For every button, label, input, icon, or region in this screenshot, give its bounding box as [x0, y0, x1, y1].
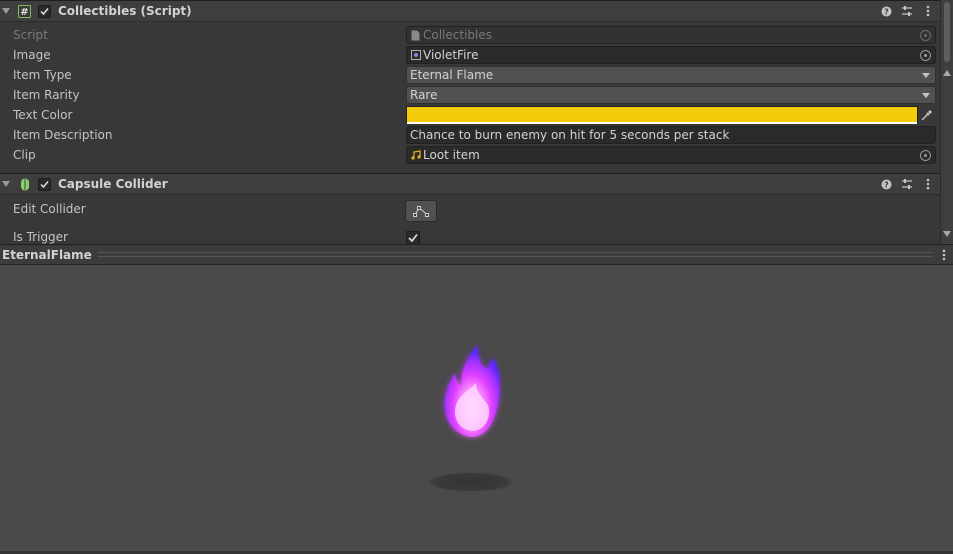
- preview-menu-icon[interactable]: [939, 248, 949, 262]
- field-label: Edit Collider: [13, 202, 86, 216]
- svg-text:#: #: [20, 7, 28, 18]
- eyedropper-icon[interactable]: [918, 106, 936, 124]
- field-row-item-description: Item Description Chance to burn enemy on…: [0, 125, 940, 145]
- field-label: Is Trigger: [13, 230, 68, 244]
- presets-icon[interactable]: [901, 4, 913, 18]
- field-value: Chance to burn enemy on hit for 5 second…: [410, 128, 730, 142]
- scroll-up-arrow-icon[interactable]: [943, 70, 951, 76]
- component-enabled-checkbox[interactable]: [38, 177, 51, 191]
- field-label: Clip: [13, 148, 36, 162]
- field-label: Item Type: [13, 68, 72, 82]
- field-row-item-rarity: Item Rarity Rare: [0, 85, 940, 105]
- script-file-icon: [410, 30, 421, 41]
- svg-text:?: ?: [884, 7, 889, 16]
- field-value: Collectibles: [423, 28, 492, 42]
- inspector-scrollbar[interactable]: [940, 0, 953, 244]
- component-header-capsule-collider[interactable]: Capsule Collider ?: [0, 173, 940, 195]
- color-swatch[interactable]: [407, 107, 917, 122]
- object-picker-icon[interactable]: [920, 50, 931, 61]
- field-value: VioletFire: [423, 48, 479, 62]
- sprite-icon: [410, 50, 421, 61]
- field-row-clip: Clip Loot item: [0, 145, 940, 165]
- preview-drag-handle[interactable]: [97, 252, 933, 257]
- drop-shadow: [427, 472, 515, 492]
- object-picker-icon[interactable]: [920, 150, 931, 161]
- help-icon[interactable]: ?: [880, 4, 892, 18]
- audio-clip-icon: [410, 150, 421, 161]
- field-row-image: Image VioletFire: [0, 45, 940, 65]
- script-icon: #: [18, 4, 31, 18]
- field-row-item-type: Item Type Eternal Flame: [0, 65, 940, 85]
- more-options-icon[interactable]: [922, 4, 934, 18]
- violet-fire-sprite: [444, 345, 500, 437]
- preview-header[interactable]: EternalFlame: [0, 244, 953, 265]
- component-title: Capsule Collider: [58, 177, 168, 191]
- image-object-field[interactable]: VioletFire: [406, 46, 936, 64]
- clip-object-field[interactable]: Loot item: [406, 146, 936, 164]
- dropdown-value: Eternal Flame: [410, 68, 494, 82]
- inspector-panel: # Collectibles (Script) ? Script Collect…: [0, 0, 940, 244]
- edit-collider-button[interactable]: [405, 200, 437, 222]
- svg-text:?: ?: [884, 180, 889, 189]
- field-label: Text Color: [13, 108, 73, 122]
- item-rarity-dropdown[interactable]: Rare: [406, 86, 936, 104]
- edit-collider-icon: [413, 206, 429, 217]
- script-object-field: Collectibles: [406, 26, 936, 44]
- field-label: Item Rarity: [13, 88, 80, 102]
- preview-viewport[interactable]: [0, 265, 953, 554]
- preview-title: EternalFlame: [2, 247, 92, 262]
- dropdown-arrow-icon: [922, 73, 930, 78]
- help-icon[interactable]: ?: [880, 177, 892, 191]
- alpha-bar: [407, 122, 917, 124]
- field-label: Script: [13, 28, 48, 42]
- component-header-collectibles[interactable]: # Collectibles (Script) ?: [0, 0, 940, 22]
- field-label: Item Description: [13, 128, 113, 142]
- field-row-is-trigger: Is Trigger: [0, 227, 940, 244]
- field-row-edit-collider: Edit Collider: [0, 200, 940, 224]
- preview-canvas: [427, 345, 515, 492]
- dropdown-value: Rare: [410, 88, 438, 102]
- is-trigger-checkbox[interactable]: [406, 231, 420, 244]
- field-row-script: Script Collectibles: [0, 25, 940, 45]
- field-row-text-color: Text Color: [0, 105, 940, 125]
- item-type-dropdown[interactable]: Eternal Flame: [406, 66, 936, 84]
- field-label: Image: [13, 48, 51, 62]
- dropdown-arrow-icon: [922, 93, 930, 98]
- capsule-collider-icon: [18, 178, 31, 191]
- field-value: Loot item: [423, 148, 480, 162]
- fold-arrow-icon[interactable]: [2, 8, 10, 14]
- presets-icon[interactable]: [901, 177, 913, 191]
- item-description-input[interactable]: Chance to burn enemy on hit for 5 second…: [406, 126, 936, 144]
- scrollbar-thumb[interactable]: [944, 2, 950, 62]
- scroll-down-arrow-icon[interactable]: [943, 231, 951, 237]
- fold-arrow-icon[interactable]: [2, 181, 10, 187]
- object-picker-icon: [920, 30, 931, 41]
- component-enabled-checkbox[interactable]: [38, 4, 51, 18]
- component-title: Collectibles (Script): [58, 4, 192, 18]
- text-color-field[interactable]: [406, 106, 918, 124]
- more-options-icon[interactable]: [922, 177, 934, 191]
